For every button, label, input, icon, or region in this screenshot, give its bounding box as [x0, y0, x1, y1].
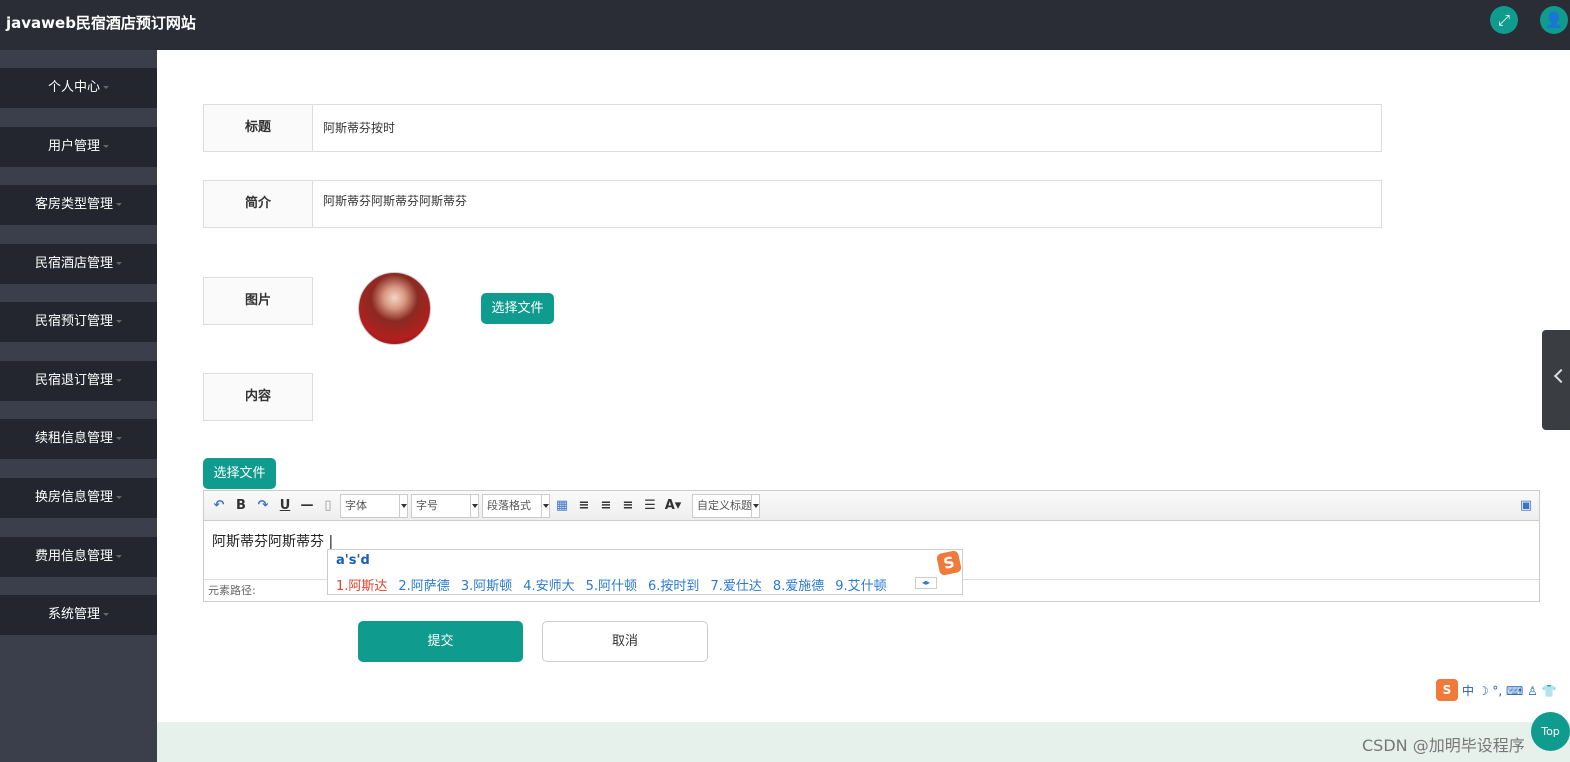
chevron-down-icon	[116, 262, 122, 265]
editor-toolbar: ↶ B ↷ U — ▯ 字体 字号 段落格式 ▦ ≡ ≡ ≡ ☰ A▾ 自定义标…	[204, 491, 1539, 521]
sidebar-item-label: 费用信息管理	[34, 549, 113, 564]
chevron-down-icon	[399, 495, 407, 517]
ime-candidate[interactable]: 3.阿斯顿	[461, 579, 512, 594]
font-size-select[interactable]: 字号	[411, 494, 479, 518]
chevron-down-icon	[103, 145, 109, 148]
chevron-down-icon	[116, 379, 122, 382]
chevron-left-icon	[1553, 368, 1569, 384]
intro-label: 简介	[203, 180, 313, 228]
ime-candidate[interactable]: 6.按时到	[648, 579, 699, 594]
document-icon[interactable]: ▯	[319, 496, 337, 516]
ime-composition: a's'd	[336, 553, 370, 568]
ime-candidates: 1.阿斯达 2.阿萨德 3.阿斯顿 4.安师大 5.阿什顿 6.按时到 7.爱仕达 8.爱施德…	[336, 575, 898, 594]
chevron-down-icon	[470, 495, 478, 517]
chevron-down-icon	[116, 555, 122, 558]
font-family-select[interactable]: 字体	[340, 494, 408, 518]
chevron-down-icon	[541, 495, 549, 517]
sidebar-item-label: 用户管理	[47, 139, 100, 154]
footer-strip	[157, 722, 1570, 762]
fullscreen-icon[interactable]: ⤢	[1490, 6, 1518, 34]
chevron-down-icon	[116, 496, 122, 499]
chevron-down-icon	[103, 613, 109, 616]
align-right-icon[interactable]: ≡	[597, 496, 615, 516]
sidebar-item-label: 续租信息管理	[34, 431, 113, 446]
align-center-icon[interactable]: ≡	[619, 496, 637, 516]
user-icon[interactable]: 👤	[1540, 6, 1568, 34]
chevron-down-icon	[116, 437, 122, 440]
custom-title-select-label: 自定义标题	[697, 499, 752, 512]
custom-title-select[interactable]: 自定义标题	[692, 494, 760, 518]
fullscreen-editor-icon[interactable]: ▣	[1517, 496, 1535, 516]
sidebar-item-personal-center[interactable]: 个人中心	[0, 68, 157, 108]
horizontal-rule-icon[interactable]: —	[298, 496, 316, 516]
sogou-status-icon: S	[1436, 679, 1458, 701]
ime-candidate[interactable]: 2.阿萨德	[398, 579, 449, 594]
undo-icon[interactable]: ↶	[210, 496, 228, 516]
sidebar-item-label: 民宿预订管理	[34, 314, 113, 329]
app-title: javaweb民宿酒店预订网站	[6, 14, 196, 32]
content-label: 内容	[203, 373, 313, 421]
sidebar-item-label: 换房信息管理	[34, 490, 113, 505]
sidebar-item-label: 民宿退订管理	[34, 373, 113, 388]
chevron-down-icon	[751, 495, 759, 517]
sidebar-item-label: 个人中心	[47, 80, 100, 95]
font-size-select-label: 字号	[416, 499, 438, 512]
ime-candidate[interactable]: 7.爱仕达	[710, 579, 761, 594]
sidebar-item-fees[interactable]: 费用信息管理	[0, 537, 157, 577]
ime-candidate[interactable]: 8.爱施德	[773, 579, 824, 594]
ime-candidate[interactable]: 5.阿什顿	[586, 579, 637, 594]
paragraph-format-select-label: 段落格式	[487, 499, 531, 512]
font-color-icon[interactable]: A▾	[664, 496, 682, 516]
sidebar-item-cancellations[interactable]: 民宿退订管理	[0, 361, 157, 401]
side-panel-toggle[interactable]	[1542, 330, 1570, 430]
ime-pager-icon[interactable]: ◂▸	[915, 577, 937, 589]
redo-icon[interactable]: ↷	[254, 496, 272, 516]
font-family-select-label: 字体	[345, 499, 367, 512]
sidebar-item-bookings[interactable]: 民宿预订管理	[0, 302, 157, 342]
title-label: 标题	[203, 104, 313, 152]
bold-icon[interactable]: B	[232, 496, 250, 516]
ime-status-text: 中 ☽ °, ⌨ ♙ 👕	[1462, 684, 1557, 698]
sidebar-item-label: 客房类型管理	[34, 197, 113, 212]
sidebar-item-system[interactable]: 系统管理	[0, 595, 157, 635]
sidebar-item-renewals[interactable]: 续租信息管理	[0, 419, 157, 459]
editor-content[interactable]: 阿斯蒂芬阿斯蒂芬 |	[212, 531, 333, 551]
cancel-button[interactable]: 取消	[542, 621, 708, 662]
ime-candidate-window: a's'd S 1.阿斯达 2.阿萨德 3.阿斯顿 4.安师大 5.阿什顿 6.按时到 7.…	[327, 549, 963, 595]
intro-textarea[interactable]: 阿斯蒂芬阿斯蒂芬阿斯蒂芬	[312, 180, 1382, 228]
ime-candidate[interactable]: 4.安师大	[523, 579, 574, 594]
editor-text: 阿斯蒂芬阿斯蒂芬	[212, 534, 324, 550]
sidebar-item-users[interactable]: 用户管理	[0, 127, 157, 167]
sidebar-item-room-changes[interactable]: 换房信息管理	[0, 478, 157, 518]
sidebar-item-label: 系统管理	[47, 607, 100, 622]
ime-candidate[interactable]: 1.阿斯达	[336, 579, 387, 594]
chevron-down-icon	[116, 320, 122, 323]
top-bar: javaweb民宿酒店预订网站 ⤢ 👤	[0, 0, 1570, 50]
title-input[interactable]: 阿斯蒂芬按时	[312, 104, 1382, 152]
sidebar: 个人中心 用户管理 客房类型管理 民宿酒店管理 民宿预订管理 民宿退订管理 续租…	[0, 50, 157, 762]
image-label: 图片	[203, 277, 313, 325]
ime-candidate[interactable]: 9.艾什顿	[835, 579, 886, 594]
underline-icon[interactable]: U	[276, 496, 294, 516]
uploaded-image	[358, 272, 431, 345]
sidebar-item-room-types[interactable]: 客房类型管理	[0, 185, 157, 225]
table-icon[interactable]: ▦	[553, 496, 571, 516]
chevron-down-icon	[103, 86, 109, 89]
back-to-top-button[interactable]: Top	[1531, 712, 1570, 751]
align-left-icon[interactable]: ≡	[575, 496, 593, 516]
paragraph-format-select[interactable]: 段落格式	[482, 494, 550, 518]
watermark: CSDN @加明毕设程序	[1362, 736, 1525, 755]
align-justify-icon[interactable]: ☰	[641, 496, 659, 516]
sogou-logo-icon: S	[935, 549, 963, 577]
submit-button[interactable]: 提交	[358, 621, 523, 662]
ime-status-bar[interactable]: S 中 ☽ °, ⌨ ♙ 👕	[1436, 679, 1570, 701]
choose-image-button[interactable]: 选择文件	[481, 293, 554, 324]
choose-content-file-button[interactable]: 选择文件	[203, 458, 276, 489]
chevron-down-icon	[116, 203, 122, 206]
sidebar-item-hotels[interactable]: 民宿酒店管理	[0, 244, 157, 284]
sidebar-item-label: 民宿酒店管理	[34, 256, 113, 271]
